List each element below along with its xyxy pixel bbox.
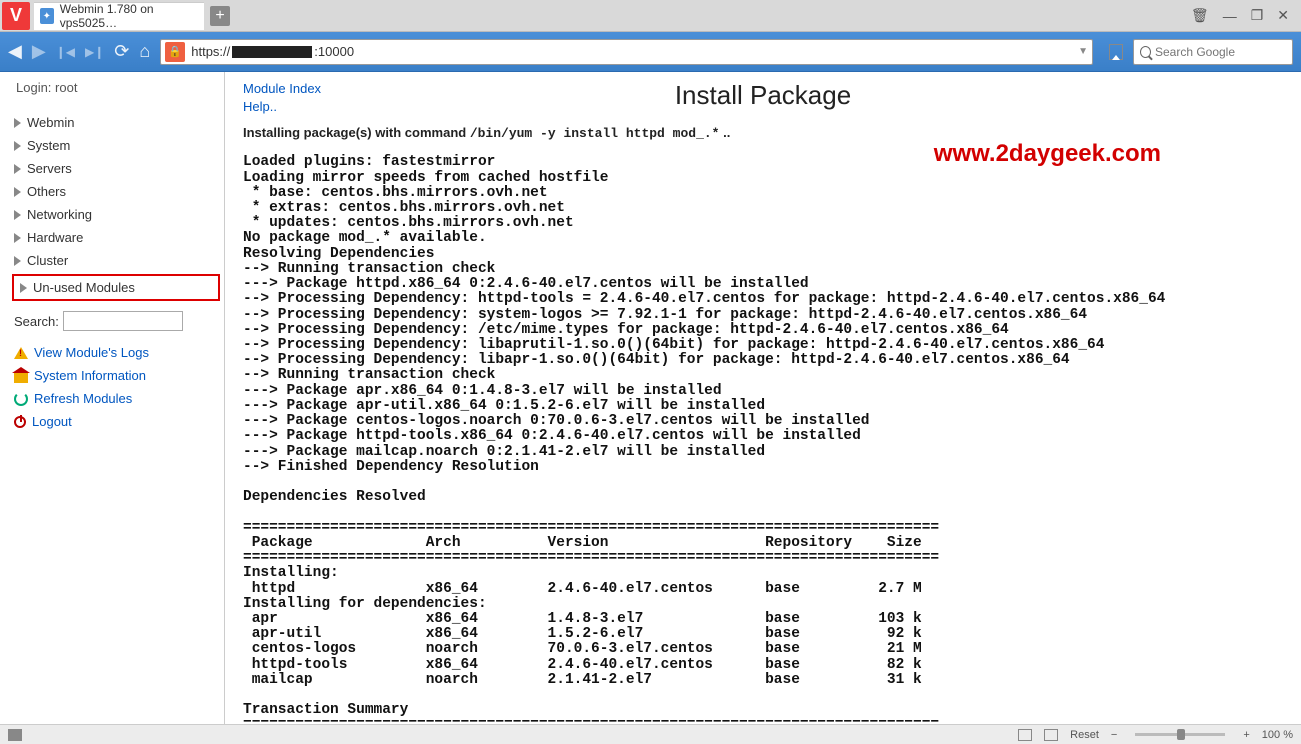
zoom-slider[interactable] bbox=[1135, 733, 1225, 736]
page-title: Install Package bbox=[243, 80, 1283, 111]
vivaldi-logo[interactable]: V bbox=[2, 2, 30, 30]
refresh-icon bbox=[14, 392, 28, 406]
chevron-right-icon bbox=[14, 118, 21, 128]
chevron-right-icon bbox=[14, 164, 21, 174]
search-label: Search: bbox=[14, 314, 59, 329]
bookmark-icon[interactable] bbox=[1109, 44, 1123, 60]
status-bar: Reset − + 100 % bbox=[0, 724, 1301, 744]
login-label: Login: root bbox=[8, 80, 224, 95]
back-button[interactable]: ◀ bbox=[8, 41, 22, 62]
chevron-right-icon bbox=[14, 233, 21, 243]
install-command-line: Installing package(s) with command /bin/… bbox=[243, 125, 1283, 141]
zoom-thumb[interactable] bbox=[1177, 729, 1185, 740]
house-icon bbox=[14, 373, 28, 383]
rewind-button[interactable]: ❙◀ bbox=[56, 45, 75, 59]
forward-button[interactable]: ▶ bbox=[32, 41, 46, 62]
reload-button[interactable]: ⟳ bbox=[114, 41, 129, 62]
fastforward-button[interactable]: ▶❙ bbox=[85, 45, 104, 59]
panel-toggle-icon[interactable] bbox=[8, 729, 22, 741]
main-panel: Module Index Help.. Install Package Inst… bbox=[225, 72, 1301, 724]
trash-icon[interactable]: 🗑 bbox=[1191, 7, 1209, 24]
sidebar-item-servers[interactable]: Servers bbox=[8, 157, 224, 180]
power-icon bbox=[14, 416, 26, 428]
sidebar-item-networking[interactable]: Networking bbox=[8, 203, 224, 226]
sidebar-item-webmin[interactable]: Webmin bbox=[8, 111, 224, 134]
chevron-right-icon bbox=[14, 187, 21, 197]
watermark: www.2daygeek.com bbox=[934, 140, 1161, 168]
tab-favicon-icon: ✦ bbox=[40, 8, 54, 24]
logout-link[interactable]: Logout bbox=[8, 410, 224, 433]
new-tab-button[interactable]: + bbox=[210, 6, 230, 26]
zoom-in-button[interactable]: + bbox=[1243, 729, 1249, 741]
sidebar-item-unused-modules[interactable]: Un-used Modules bbox=[14, 276, 218, 299]
search-input[interactable] bbox=[1155, 45, 1286, 59]
view-module-logs-link[interactable]: View Module's Logs bbox=[8, 341, 224, 364]
url-text: https://:10000 bbox=[191, 44, 354, 59]
chevron-right-icon bbox=[14, 256, 21, 266]
sidebar-search-input[interactable] bbox=[63, 311, 183, 331]
browser-search[interactable] bbox=[1133, 39, 1293, 65]
home-button[interactable]: ⌂ bbox=[139, 41, 150, 62]
chevron-right-icon bbox=[20, 283, 27, 293]
terminal-output: Loaded plugins: fastestmirror Loading mi… bbox=[243, 155, 1283, 724]
window-close-button[interactable]: ✕ bbox=[1277, 7, 1289, 24]
browser-tab[interactable]: ✦ Webmin 1.780 on vps5025… bbox=[34, 2, 204, 30]
images-toggle-icon[interactable] bbox=[1018, 729, 1032, 741]
refresh-modules-link[interactable]: Refresh Modules bbox=[8, 387, 224, 410]
lock-icon: 🔒 bbox=[165, 42, 185, 62]
chevron-right-icon bbox=[14, 141, 21, 151]
sidebar: Login: root Webmin System Servers Others… bbox=[0, 72, 225, 724]
browser-tab-strip: V ✦ Webmin 1.780 on vps5025… + 🗑 — ❐ ✕ bbox=[0, 0, 1301, 32]
chevron-right-icon bbox=[14, 210, 21, 220]
browser-toolbar: ◀ ▶ ❙◀ ▶❙ ⟳ ⌂ 🔒 https://:10000 ▼ bbox=[0, 32, 1301, 72]
window-minimize-button[interactable]: — bbox=[1223, 8, 1237, 24]
system-information-link[interactable]: System Information bbox=[8, 364, 224, 387]
window-maximize-button[interactable]: ❐ bbox=[1251, 7, 1264, 24]
zoom-out-button[interactable]: − bbox=[1111, 729, 1117, 741]
sidebar-search: Search: bbox=[14, 311, 218, 331]
url-bar[interactable]: 🔒 https://:10000 ▼ bbox=[160, 39, 1093, 65]
url-redacted bbox=[232, 46, 312, 58]
tiling-icon[interactable] bbox=[1044, 729, 1058, 741]
sidebar-item-hardware[interactable]: Hardware bbox=[8, 226, 224, 249]
sidebar-item-cluster[interactable]: Cluster bbox=[8, 249, 224, 272]
tab-title: Webmin 1.780 on vps5025… bbox=[60, 2, 192, 30]
sidebar-item-system[interactable]: System bbox=[8, 134, 224, 157]
zoom-reset-button[interactable]: Reset bbox=[1070, 729, 1099, 741]
zoom-level: 100 % bbox=[1262, 729, 1293, 741]
warning-icon bbox=[14, 347, 28, 359]
search-icon bbox=[1140, 46, 1151, 58]
chevron-down-icon[interactable]: ▼ bbox=[1078, 46, 1088, 57]
sidebar-item-others[interactable]: Others bbox=[8, 180, 224, 203]
